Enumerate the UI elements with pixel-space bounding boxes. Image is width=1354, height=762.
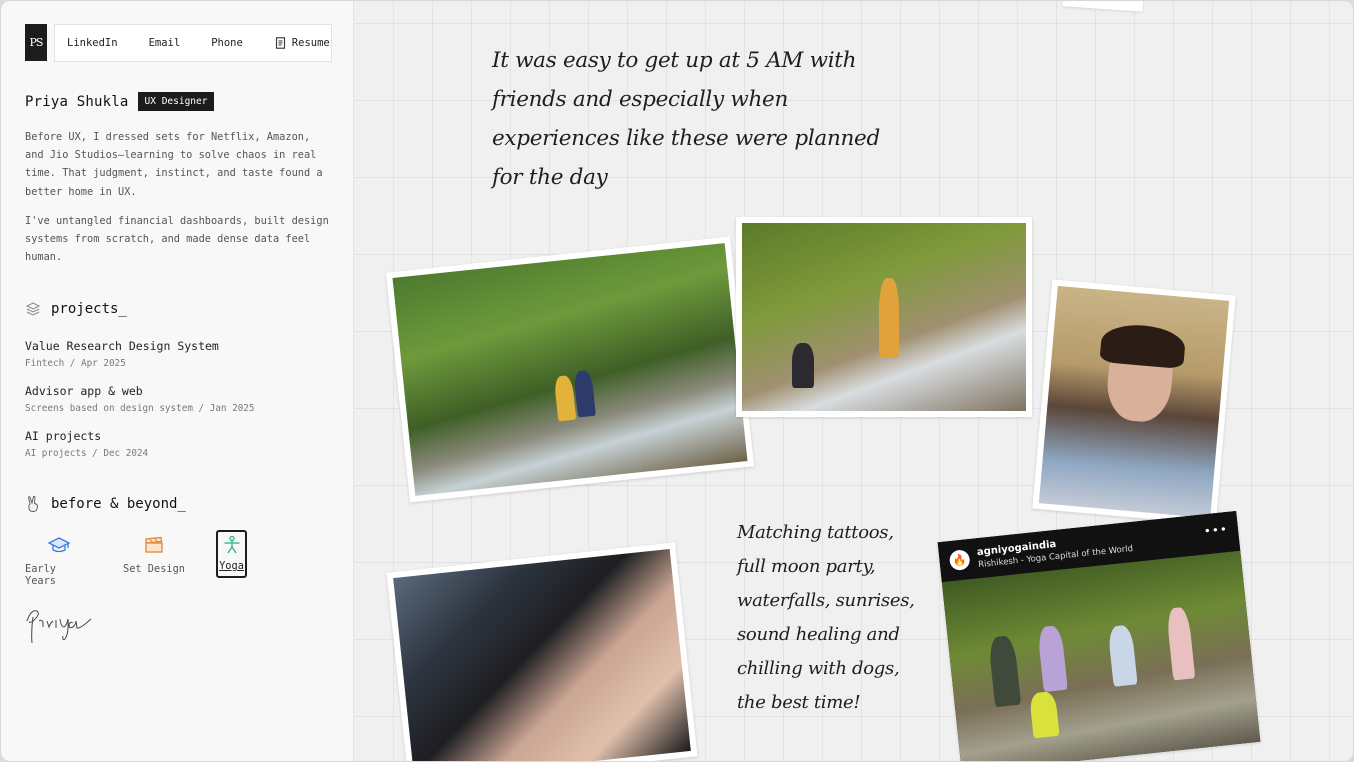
resume-label: Resume — [291, 37, 330, 49]
nav-links: LinkedIn Email Phone Resume — [54, 24, 332, 62]
photo-tree-pose — [736, 217, 1032, 417]
cropped-photo-edge — [1062, 1, 1144, 12]
photo-face-paint-portrait — [1032, 279, 1236, 525]
more-options-icon: ••• — [1203, 521, 1229, 539]
instagram-post-group-photo: 🔥 agniyogaindia Rishikesh - Yoga Capital… — [937, 510, 1261, 761]
project-item[interactable]: Advisor app & web Screens based on desig… — [25, 384, 325, 414]
project-subtitle: Fintech / Apr 2025 — [25, 358, 126, 369]
project-title: AI projects — [25, 429, 102, 443]
resume-link[interactable]: Resume — [275, 37, 330, 49]
project-item[interactable]: AI projects AI projects / Dec 2024 — [25, 429, 325, 459]
yoga-item[interactable]: Yoga — [216, 530, 247, 578]
photo-matching-tattoos — [386, 542, 698, 761]
set-design-label: Set Design — [123, 563, 185, 575]
quote-line: full moon party, — [737, 556, 876, 577]
early-years-item[interactable]: Early Years — [25, 531, 93, 587]
flame-avatar-icon: 🔥 — [948, 549, 971, 572]
top-nav: PS LinkedIn Email Phone Resume — [25, 24, 332, 62]
bio-paragraph-1: Before UX, I dressed sets for Netflix, A… — [25, 131, 323, 198]
yoga-pose-icon — [224, 535, 239, 553]
photo-waterfall-pose — [385, 236, 755, 503]
project-item[interactable]: Value Research Design System Fintech / A… — [25, 339, 325, 369]
beyond-heading-label: before & beyond_ — [51, 496, 186, 512]
graduation-cap-icon — [47, 537, 71, 553]
logo[interactable]: PS — [25, 24, 47, 61]
beyond-heading: before & beyond_ — [25, 495, 186, 513]
quote-line: the best time! — [737, 692, 861, 713]
project-subtitle: AI projects / Dec 2024 — [25, 448, 149, 459]
peace-hand-icon — [28, 495, 38, 512]
project-subtitle: Screens based on design system / Jan 202… — [25, 403, 255, 414]
quote-best-time: Matching tattoos, full moon party, water… — [737, 516, 937, 720]
linkedin-link[interactable]: LinkedIn — [67, 37, 118, 49]
document-icon — [275, 37, 285, 49]
layers-icon — [25, 302, 41, 316]
app-window: PS LinkedIn Email Phone Resume Priya Shu… — [0, 0, 1354, 762]
quote-line: Matching tattoos, — [737, 522, 894, 543]
projects-heading-label: projects_ — [51, 301, 127, 317]
gallery-canvas: It was easy to get up at 5 AM with frien… — [355, 1, 1353, 761]
phone-link[interactable]: Phone — [211, 37, 243, 49]
quote-early-mornings: It was easy to get up at 5 AM with frien… — [492, 48, 880, 190]
quote-line: waterfalls, sunrises, — [737, 590, 915, 611]
sidebar: PS LinkedIn Email Phone Resume Priya Shu… — [1, 1, 354, 761]
profile-header: Priya Shukla UX Designer — [25, 92, 215, 111]
email-link[interactable]: Email — [149, 37, 181, 49]
early-years-label: Early Years — [25, 563, 56, 587]
project-title: Value Research Design System — [25, 339, 219, 353]
profile-name: Priya Shukla — [25, 93, 129, 110]
project-title: Advisor app & web — [25, 384, 143, 398]
yoga-label: Yoga — [219, 560, 244, 572]
set-design-item[interactable]: Set Design — [123, 531, 185, 575]
quote-line: chilling with dogs, — [737, 658, 900, 679]
clapperboard-icon — [145, 536, 163, 553]
projects-heading: projects_ — [25, 301, 127, 317]
bio-paragraph-2: I've untangled financial dashboards, bui… — [25, 215, 329, 264]
quote-line: sound healing and — [737, 624, 900, 645]
signature-image — [26, 610, 92, 644]
role-badge: UX Designer — [137, 92, 215, 111]
